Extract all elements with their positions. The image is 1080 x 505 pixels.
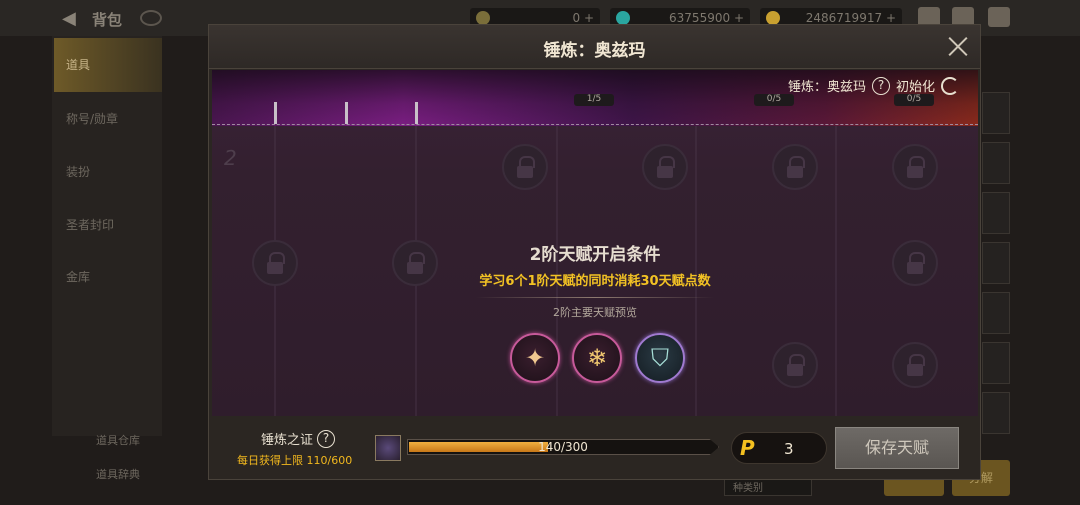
- proof-item-icon[interactable]: [375, 435, 401, 461]
- burst-slash-icon[interactable]: ✦: [510, 333, 560, 383]
- item-dictionary-link[interactable]: 道具辞典: [96, 466, 140, 482]
- modal-title: 锤炼：奥兹玛: [543, 41, 646, 61]
- inventory-slot[interactable]: [982, 292, 1010, 334]
- inventory-title: 背包: [92, 11, 123, 29]
- item-storage-link[interactable]: 道具仓库: [96, 432, 140, 448]
- inventory-slot[interactable]: [982, 342, 1010, 384]
- sidebar-item-seal[interactable]: 圣者封印: [66, 216, 114, 233]
- preview-label: 2阶主要天赋预览: [553, 306, 637, 319]
- points-icon: P: [740, 436, 755, 460]
- talent-points: P 3: [731, 432, 827, 464]
- resource-value: 0: [572, 11, 581, 25]
- help-icon[interactable]: ?: [317, 429, 336, 448]
- coin-icon: [766, 11, 780, 25]
- inventory-slot[interactable]: [982, 192, 1010, 234]
- ice-shield-icon[interactable]: ⛉: [635, 333, 685, 383]
- daily-limit: 每日获得上限 110/600: [237, 454, 353, 467]
- modal-footer: 锤炼之证 ? 每日获得上限 110/600 140/300 P 3 保存天赋: [209, 417, 980, 479]
- chat-icon[interactable]: [988, 7, 1010, 27]
- sidebar-item-vault[interactable]: 金库: [66, 268, 90, 285]
- modal-header: 锤炼：奥兹玛: [209, 25, 980, 69]
- gold-coin-icon: [476, 11, 490, 25]
- condition-title: 2阶天赋开启条件: [529, 245, 661, 265]
- proof-label: 锤炼之证: [261, 433, 314, 448]
- condition-description: 学习6个1阶天赋的同时消耗30天赋点数: [479, 274, 711, 289]
- save-talent-button[interactable]: 保存天赋: [835, 427, 959, 469]
- resource-add-button[interactable]: +: [584, 11, 594, 25]
- talent-modal: 锤炼：奥兹玛 1/5 0/5 0/5 锤炼：奥兹玛 ? 初始化 2 2阶天赋开启…: [208, 24, 981, 480]
- inventory-slot[interactable]: [982, 92, 1010, 134]
- points-value: 3: [784, 440, 794, 458]
- resource-add-button[interactable]: +: [886, 11, 896, 25]
- sidebar-item-avatar[interactable]: 装扮: [66, 163, 90, 180]
- inventory-slot[interactable]: [982, 392, 1010, 434]
- back-arrow-icon[interactable]: ◀: [62, 8, 76, 29]
- snowflake-icon[interactable]: ❄: [572, 333, 622, 383]
- resource-value: 2486719917: [805, 11, 883, 25]
- inventory-slot[interactable]: [982, 242, 1010, 284]
- proof-label-row: 锤炼之证 ?: [261, 429, 336, 448]
- sidebar-item-label: 道具: [66, 58, 91, 72]
- talent-tree: 1/5 0/5 0/5 锤炼：奥兹玛 ? 初始化 2 2阶天赋开启条件 学习6个…: [212, 70, 978, 416]
- progress-text: 140/300: [538, 440, 588, 454]
- sidebar: [52, 36, 162, 436]
- unlock-condition-panel: 2阶天赋开启条件 学习6个1阶天赋的同时消耗30天赋点数 2阶主要天赋预览 ✦ …: [212, 70, 978, 416]
- gem-icon: [616, 11, 630, 25]
- eye-icon[interactable]: [140, 10, 162, 26]
- condition-divider: [476, 297, 714, 298]
- sidebar-item-items[interactable]: 道具: [54, 38, 162, 92]
- inventory-slot[interactable]: [982, 142, 1010, 184]
- sidebar-item-titles[interactable]: 称号/勋章: [66, 110, 118, 127]
- resource-value: 63755900: [669, 11, 731, 25]
- resource-add-button[interactable]: +: [734, 11, 744, 25]
- close-icon[interactable]: [947, 35, 969, 57]
